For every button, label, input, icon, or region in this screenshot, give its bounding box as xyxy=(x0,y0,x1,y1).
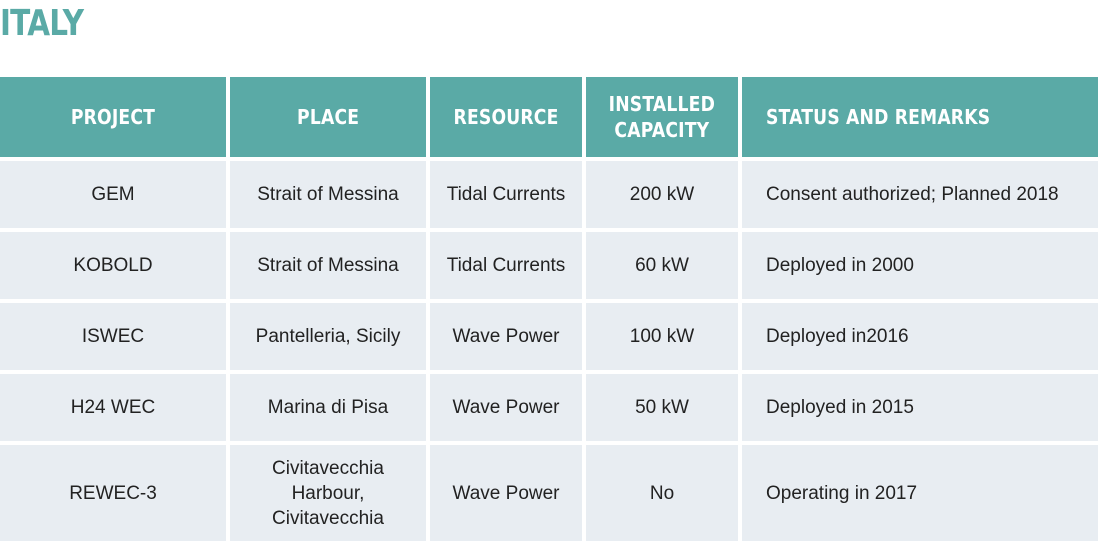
cell-project: KOBOLD xyxy=(0,232,226,299)
cell-place: Strait of Messina xyxy=(230,161,426,228)
cell-place: Civitavecchia Harbour, Civitavecchia xyxy=(230,445,426,541)
cell-place: Strait of Messina xyxy=(230,232,426,299)
cell-resource: Wave Power xyxy=(430,445,582,541)
cell-place: Marina di Pisa xyxy=(230,374,426,441)
cell-capacity: 100 kW xyxy=(586,303,738,370)
cell-resource: Tidal Currents xyxy=(430,232,582,299)
cell-resource: Wave Power xyxy=(430,303,582,370)
cell-place-line: Harbour, xyxy=(291,482,365,504)
cell-capacity: 200 kW xyxy=(586,161,738,228)
table-row: H24 WEC Marina di Pisa Wave Power 50 kW … xyxy=(0,374,1098,441)
projects-table: PROJECT PLACE RESOURCE INSTALLED CAPACITY… xyxy=(0,73,1098,545)
cell-status: Deployed in 2015 xyxy=(742,374,1098,441)
cell-project: H24 WEC xyxy=(0,374,226,441)
cell-capacity: 50 kW xyxy=(586,374,738,441)
cell-project: REWEC-3 xyxy=(0,445,226,541)
cell-place-line: Civitavecchia xyxy=(272,507,384,529)
cell-resource: Wave Power xyxy=(430,374,582,441)
header-project: PROJECT xyxy=(0,77,226,157)
table-row: REWEC-3 Civitavecchia Harbour, Civitavec… xyxy=(0,445,1098,541)
cell-status: Operating in 2017 xyxy=(742,445,1098,541)
table-row: KOBOLD Strait of Messina Tidal Currents … xyxy=(0,232,1098,299)
cell-resource: Tidal Currents xyxy=(430,161,582,228)
cell-status: Deployed in2016 xyxy=(742,303,1098,370)
page-title: ITALY xyxy=(0,3,84,44)
cell-status: Consent authorized; Planned 2018 xyxy=(742,161,1098,228)
cell-project: GEM xyxy=(0,161,226,228)
cell-place: Pantelleria, Sicily xyxy=(230,303,426,370)
header-installed-capacity: INSTALLED CAPACITY xyxy=(586,77,738,157)
table-row: GEM Strait of Messina Tidal Currents 200… xyxy=(0,161,1098,228)
header-status-and-remarks: STATUS AND REMARKS xyxy=(742,77,1098,157)
header-resource: RESOURCE xyxy=(430,77,582,157)
table-header-row: PROJECT PLACE RESOURCE INSTALLED CAPACITY… xyxy=(0,77,1098,157)
cell-status: Deployed in 2000 xyxy=(742,232,1098,299)
table-row: ISWEC Pantelleria, Sicily Wave Power 100… xyxy=(0,303,1098,370)
cell-place-line: Civitavecchia xyxy=(272,457,384,479)
cell-project: ISWEC xyxy=(0,303,226,370)
cell-capacity: No xyxy=(586,445,738,541)
header-place: PLACE xyxy=(230,77,426,157)
cell-capacity: 60 kW xyxy=(586,232,738,299)
